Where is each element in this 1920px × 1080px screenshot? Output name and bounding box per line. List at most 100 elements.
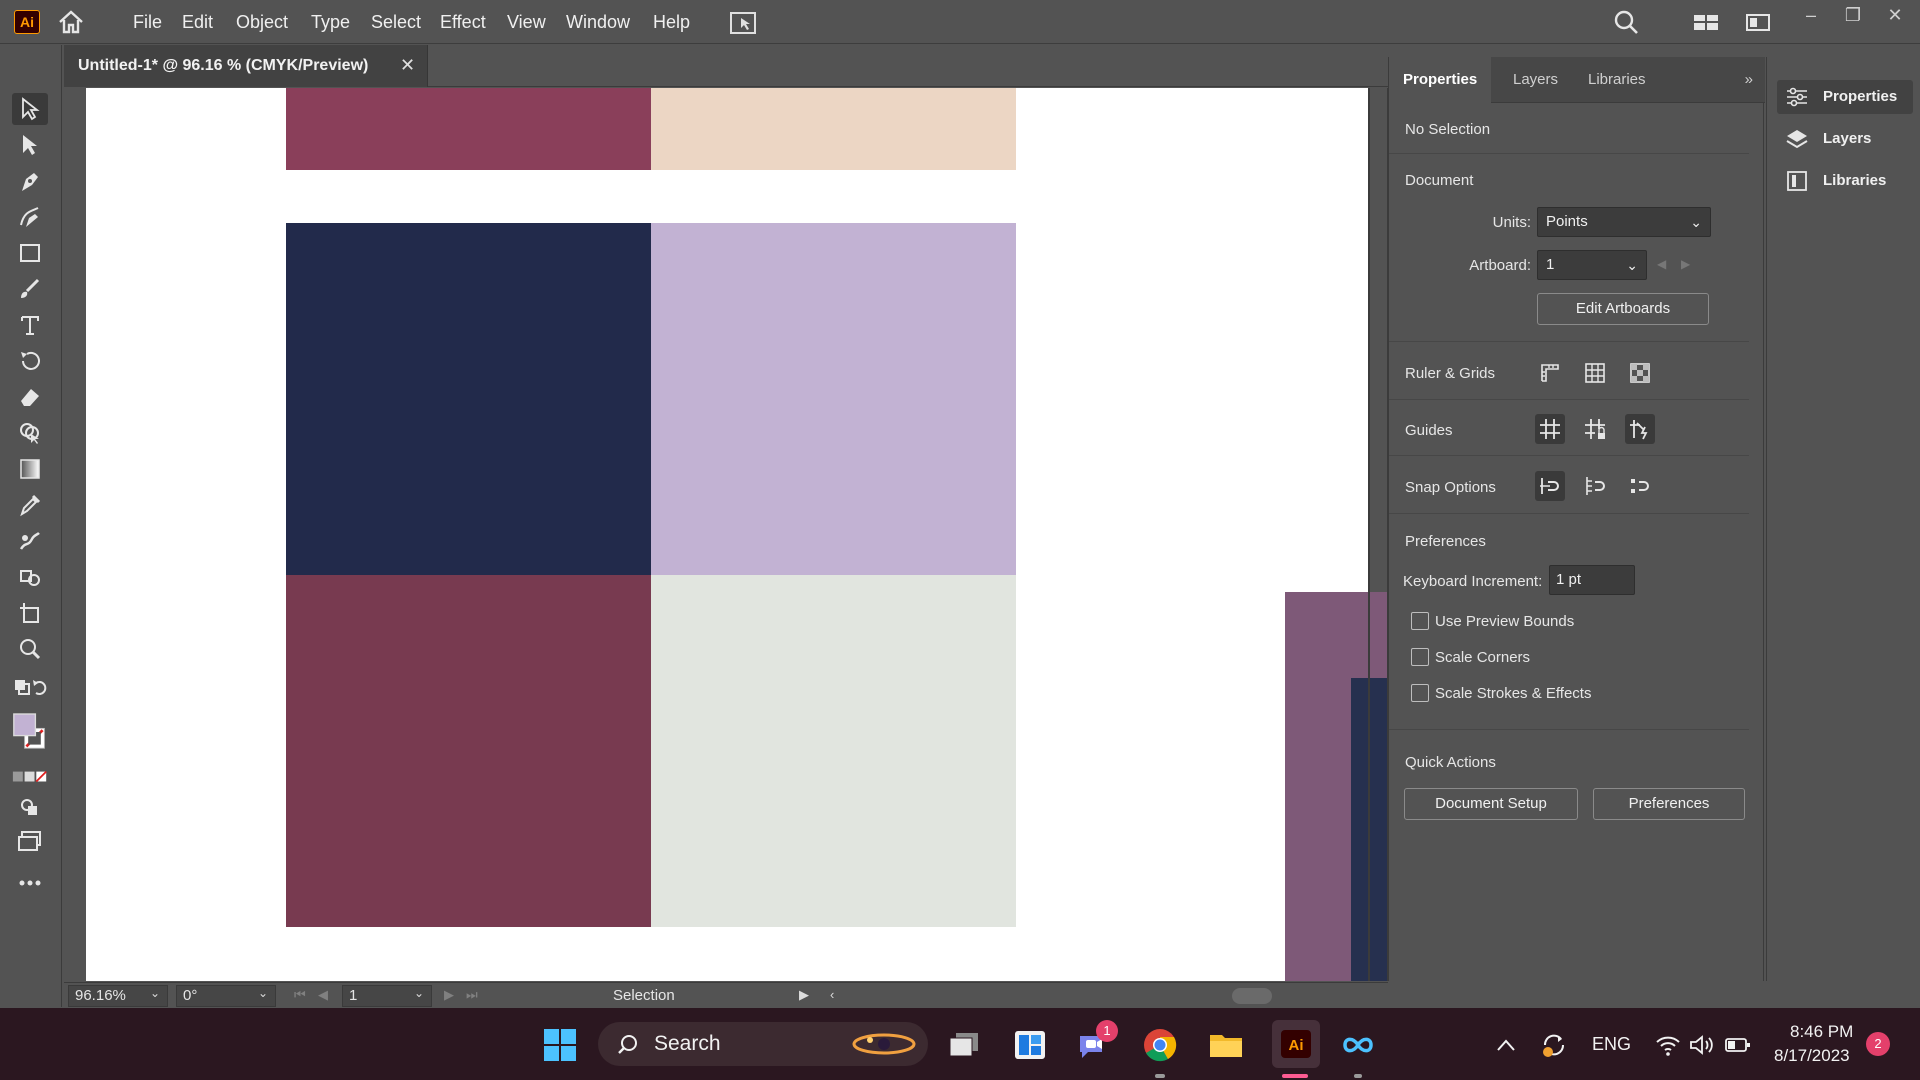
previous-artboard-icon[interactable]: ◀ — [318, 987, 328, 1003]
artboard-tool-icon[interactable] — [12, 597, 48, 629]
transparency-grid-icon[interactable] — [1625, 358, 1655, 388]
next-artboard-icon[interactable]: ▶ — [444, 987, 454, 1003]
close-tab-icon[interactable]: ✕ — [400, 55, 415, 76]
canvas-area[interactable] — [64, 88, 1388, 981]
previous-artboard-icon[interactable]: ◀ — [1657, 257, 1666, 271]
chrome-icon[interactable] — [1140, 1026, 1180, 1064]
chevron-down-icon[interactable]: ⌄ — [414, 986, 424, 1000]
first-artboard-icon[interactable]: ⏮ — [294, 987, 306, 1003]
horizontal-scrollbar-thumb[interactable] — [1232, 988, 1272, 1004]
screen-mode-icon[interactable] — [12, 825, 48, 857]
document-setup-button[interactable]: Document Setup — [1404, 788, 1578, 820]
chevron-down-icon[interactable]: ⌄ — [150, 986, 160, 1000]
menu-help[interactable]: Help — [653, 10, 690, 34]
pen-tool-icon[interactable] — [12, 165, 48, 197]
document-tab[interactable]: Untitled-1* @ 96.16 % (CMYK/Preview) ✕ — [64, 45, 428, 87]
snap-to-pixel-icon[interactable] — [1625, 471, 1655, 501]
restore-icon[interactable]: ❐ — [1838, 2, 1868, 28]
snap-to-glyph-icon[interactable] — [1580, 471, 1610, 501]
widgets-icon[interactable] — [1010, 1026, 1050, 1064]
swatch-rectangle[interactable] — [286, 575, 651, 927]
swatch-rectangle[interactable] — [651, 88, 1016, 170]
show-hidden-icons-icon[interactable] — [1486, 1026, 1526, 1064]
menu-view[interactable]: View — [507, 10, 546, 34]
notification-badge[interactable]: 2 — [1866, 1032, 1890, 1056]
snap-to-point-icon[interactable] — [1535, 471, 1565, 501]
artboard-select[interactable]: 1 ⌄ — [1537, 250, 1647, 280]
swatch-rectangle[interactable] — [651, 223, 1016, 575]
eyedropper-tool-icon[interactable] — [12, 489, 48, 521]
paintbrush-tool-icon[interactable] — [12, 273, 48, 305]
chevron-down-icon[interactable]: ⌄ — [258, 986, 268, 1000]
workspace-switcher-icon[interactable] — [1692, 10, 1720, 34]
clock-time[interactable]: 8:46 PM — [1790, 1022, 1853, 1042]
panel-layout-icon[interactable] — [1744, 10, 1772, 34]
dock-properties[interactable]: Properties — [1777, 80, 1913, 114]
tab-properties[interactable]: Properties — [1389, 57, 1492, 103]
swatch-rectangle[interactable] — [286, 88, 651, 170]
gradient-tool-icon[interactable] — [12, 453, 48, 485]
menu-effect[interactable]: Effect — [440, 10, 486, 34]
swap-fill-stroke-icon[interactable] — [12, 671, 48, 703]
search-icon[interactable] — [1612, 10, 1640, 34]
menu-type[interactable]: Type — [311, 10, 350, 34]
menu-edit[interactable]: Edit — [182, 10, 213, 34]
curvature-tool-icon[interactable] — [12, 201, 48, 233]
minimize-icon[interactable]: – — [1796, 2, 1826, 28]
color-mode-icon[interactable] — [12, 761, 48, 793]
scale-strokes-effects-checkbox[interactable] — [1411, 684, 1429, 702]
next-artboard-icon[interactable]: ▶ — [1681, 257, 1690, 271]
taskbar-search-box[interactable] — [598, 1022, 928, 1066]
rectangle-tool-icon[interactable] — [12, 237, 48, 269]
edit-artboards-button[interactable]: Edit Artboards — [1537, 293, 1709, 325]
task-view-icon[interactable] — [944, 1026, 984, 1064]
keyboard-increment-input[interactable]: 1 pt — [1549, 565, 1635, 595]
arrange-documents-icon[interactable] — [728, 10, 758, 36]
close-icon[interactable]: ✕ — [1880, 2, 1910, 28]
fill-stroke-swatch-icon[interactable] — [12, 707, 48, 757]
infinity-app-icon[interactable] — [1338, 1026, 1378, 1064]
units-select[interactable]: Points ⌄ — [1537, 207, 1711, 237]
swatch-rectangle[interactable] — [286, 223, 651, 575]
grid-icon[interactable] — [1580, 358, 1610, 388]
blend-tool-icon[interactable] — [12, 525, 48, 557]
lock-guides-icon[interactable] — [1580, 414, 1610, 444]
symbol-sprayer-tool-icon[interactable] — [12, 561, 48, 593]
panel-menu-icon[interactable]: » — [1745, 71, 1753, 88]
direct-selection-tool-icon[interactable] — [12, 129, 48, 161]
sync-icon[interactable] — [1534, 1026, 1574, 1064]
menu-object[interactable]: Object — [236, 10, 288, 34]
eraser-tool-icon[interactable] — [12, 381, 48, 413]
more-tools-icon[interactable] — [12, 867, 48, 899]
guides-icon[interactable] — [1535, 414, 1565, 444]
dock-layers[interactable]: Layers — [1777, 122, 1913, 156]
shape-builder-tool-icon[interactable] — [12, 417, 48, 449]
zoom-tool-icon[interactable] — [12, 633, 48, 665]
use-preview-bounds-checkbox[interactable] — [1411, 612, 1429, 630]
artboard[interactable] — [86, 88, 1368, 981]
preferences-button[interactable]: Preferences — [1593, 788, 1745, 820]
tab-libraries[interactable]: Libraries — [1574, 57, 1660, 103]
dock-libraries[interactable]: Libraries — [1777, 164, 1913, 198]
menu-window[interactable]: Window — [566, 10, 630, 34]
start-icon[interactable] — [540, 1026, 580, 1064]
battery-icon[interactable] — [1718, 1026, 1758, 1064]
clock-date[interactable]: 8/17/2023 — [1774, 1046, 1850, 1066]
input-language[interactable]: ENG — [1592, 1034, 1631, 1055]
scroll-left-icon[interactable]: ‹ — [830, 987, 834, 1002]
last-artboard-icon[interactable]: ⏭ — [466, 987, 478, 1003]
volume-icon[interactable] — [1682, 1026, 1722, 1064]
status-menu-icon[interactable]: ▶ — [799, 987, 809, 1003]
selection-tool-icon[interactable] — [12, 93, 48, 125]
rotate-tool-icon[interactable] — [12, 345, 48, 377]
file-explorer-icon[interactable] — [1206, 1026, 1246, 1064]
illustrator-taskbar-icon[interactable]: Ai — [1272, 1020, 1320, 1068]
menu-select[interactable]: Select — [371, 10, 421, 34]
swatch-rectangle[interactable] — [651, 575, 1016, 927]
ruler-icon[interactable] — [1535, 358, 1565, 388]
smart-guides-icon[interactable] — [1625, 414, 1655, 444]
draw-mode-icon[interactable] — [12, 791, 48, 823]
home-icon[interactable] — [56, 10, 86, 34]
type-tool-icon[interactable] — [12, 309, 48, 341]
scale-corners-checkbox[interactable] — [1411, 648, 1429, 666]
